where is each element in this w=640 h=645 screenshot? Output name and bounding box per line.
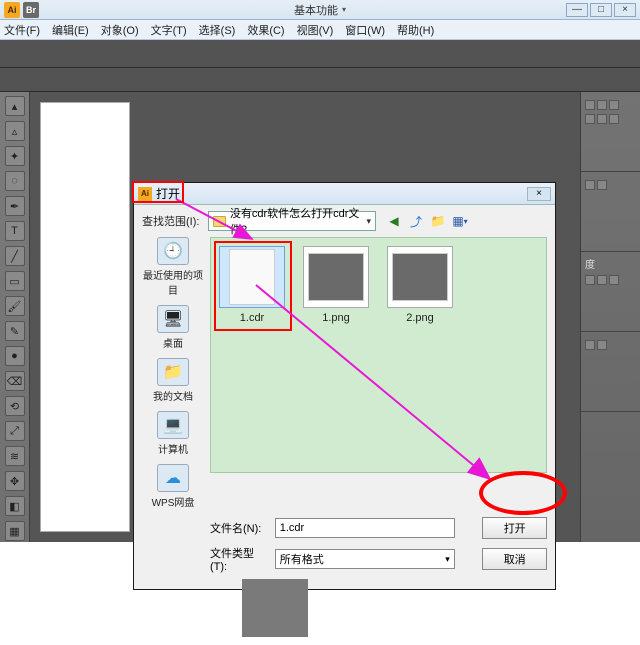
- place-computer[interactable]: 💻 计算机: [143, 411, 203, 456]
- cloud-icon: ☁: [157, 464, 189, 492]
- type-tool-icon[interactable]: T: [5, 221, 25, 241]
- file-name: 2.png: [406, 312, 434, 324]
- filetype-value: 所有格式: [280, 551, 324, 567]
- menu-view[interactable]: 视图(V): [297, 22, 334, 38]
- filetype-label: 文件类型(T):: [210, 545, 269, 573]
- place-recent[interactable]: 🕘最近使用的项目: [143, 237, 203, 297]
- dialog-ai-icon: Ai: [138, 187, 152, 201]
- file-item-2png[interactable]: 2.png: [387, 246, 453, 324]
- look-in-value: 没有cdr软件怎么打开cdr文件?: [230, 205, 363, 237]
- place-computer-label: 计算机: [158, 441, 188, 456]
- views-icon[interactable]: ▦▾: [452, 213, 468, 229]
- brush-tool-icon[interactable]: 🖌: [5, 296, 25, 316]
- menu-type[interactable]: 文字(T): [151, 22, 187, 38]
- perspective-tool-icon[interactable]: ▦: [5, 521, 25, 541]
- computer-icon: 💻: [157, 411, 189, 439]
- chevron-down-icon: ▾: [366, 216, 371, 227]
- place-recent-label: 最近使用的项目: [143, 267, 203, 297]
- scale-tool-icon[interactable]: ⤢: [5, 421, 25, 441]
- up-icon[interactable]: ⤴: [408, 213, 424, 229]
- menu-window[interactable]: 窗口(W): [345, 22, 385, 38]
- place-wps-label: WPS网盘: [152, 494, 195, 509]
- color-panel[interactable]: [581, 92, 640, 172]
- eraser-tool-icon[interactable]: ⌫: [5, 371, 25, 391]
- maximize-button[interactable]: □: [590, 3, 612, 17]
- dialog-title: 打开: [156, 185, 180, 202]
- place-mydocs[interactable]: 📁 我的文档: [143, 358, 203, 403]
- desktop-icon: 🖥: [157, 305, 189, 333]
- direct-select-tool-icon[interactable]: ▵: [5, 121, 25, 141]
- br-logo-icon: Br: [23, 2, 39, 18]
- open-dialog: Ai 打开 × 查找范围(I): 没有cdr软件怎么打开cdr文件? ▾ ◀ ⤴…: [133, 182, 556, 590]
- shape-builder-tool-icon[interactable]: ◧: [5, 496, 25, 516]
- close-button[interactable]: ×: [614, 3, 636, 17]
- file-name: 1.png: [322, 312, 350, 324]
- place-mydocs-label: 我的文档: [153, 388, 193, 403]
- blob-tool-icon[interactable]: ●: [5, 346, 25, 366]
- chevron-down-icon: ▾: [445, 554, 450, 565]
- options-bar: [0, 68, 640, 92]
- workspace-label: 基本功能: [294, 2, 338, 18]
- menu-help[interactable]: 帮助(H): [397, 22, 434, 38]
- file-thumb-icon: [303, 246, 369, 308]
- new-folder-icon[interactable]: 📁: [430, 213, 446, 229]
- place-desktop[interactable]: 🖥 桌面: [143, 305, 203, 350]
- file-list[interactable]: 1.cdr 1.png 2.png: [210, 237, 547, 473]
- artboard: [40, 102, 130, 532]
- preview-box: [242, 579, 308, 637]
- magic-wand-tool-icon[interactable]: ✦: [5, 146, 25, 166]
- cancel-button[interactable]: 取消: [482, 548, 547, 570]
- chevron-down-icon: ▾: [342, 5, 346, 14]
- open-button[interactable]: 打开: [482, 517, 547, 539]
- app-titlebar: Ai Br 基本功能 ▾ — □ ×: [0, 0, 640, 20]
- menu-edit[interactable]: 编辑(E): [52, 22, 89, 38]
- ai-logo-icon: Ai: [4, 2, 20, 18]
- layers-panel[interactable]: [581, 332, 640, 412]
- place-desktop-label: 桌面: [163, 335, 183, 350]
- documents-icon: 📁: [157, 358, 189, 386]
- menu-select[interactable]: 选择(S): [199, 22, 236, 38]
- menu-effect[interactable]: 效果(C): [247, 22, 284, 38]
- opacity-label: 度: [585, 260, 595, 271]
- menu-file[interactable]: 文件(F): [4, 22, 40, 38]
- rotate-tool-icon[interactable]: ⟲: [5, 396, 25, 416]
- file-item-1png[interactable]: 1.png: [303, 246, 369, 324]
- rectangle-tool-icon[interactable]: ▭: [5, 271, 25, 291]
- filetype-combo[interactable]: 所有格式 ▾: [275, 549, 455, 569]
- width-tool-icon[interactable]: ≋: [5, 446, 25, 466]
- pen-tool-icon[interactable]: ✒: [5, 196, 25, 216]
- minimize-button[interactable]: —: [566, 3, 588, 17]
- folder-icon: [213, 216, 226, 227]
- file-item-1cdr[interactable]: 1.cdr: [219, 246, 285, 324]
- transparency-panel[interactable]: 度: [581, 252, 640, 332]
- look-in-combo[interactable]: 没有cdr软件怎么打开cdr文件? ▾: [208, 211, 376, 231]
- dialog-close-button[interactable]: ×: [527, 187, 551, 201]
- file-name: 1.cdr: [240, 312, 264, 324]
- selection-tool-icon[interactable]: ▴: [5, 96, 25, 116]
- lasso-tool-icon[interactable]: ◌: [5, 171, 25, 191]
- back-icon[interactable]: ◀: [386, 213, 402, 229]
- filename-label: 文件名(N):: [210, 520, 269, 536]
- file-thumb-icon: [219, 246, 285, 308]
- look-in-label: 查找范围(I):: [142, 213, 204, 229]
- menu-bar: 文件(F) 编辑(E) 对象(O) 文字(T) 选择(S) 效果(C) 视图(V…: [0, 20, 640, 40]
- workspace-switcher[interactable]: 基本功能 ▾: [294, 2, 346, 18]
- file-thumb-icon: [387, 246, 453, 308]
- filename-input[interactable]: [275, 518, 455, 538]
- places-bar: 🕘最近使用的项目 🖥 桌面 📁 我的文档 💻 计算机 ☁ WPS网盘: [142, 237, 204, 509]
- right-panels: 度: [580, 92, 640, 542]
- pencil-tool-icon[interactable]: ✎: [5, 321, 25, 341]
- place-wps[interactable]: ☁ WPS网盘: [143, 464, 203, 509]
- free-transform-tool-icon[interactable]: ✥: [5, 471, 25, 491]
- line-tool-icon[interactable]: ╱: [5, 246, 25, 266]
- control-bar: [0, 40, 640, 68]
- menu-object[interactable]: 对象(O): [101, 22, 139, 38]
- tools-panel: ▴ ▵ ✦ ◌ ✒ T ╱ ▭ 🖌 ✎ ● ⌫ ⟲ ⤢ ≋ ✥ ◧ ▦: [0, 92, 30, 542]
- stroke-panel[interactable]: [581, 172, 640, 252]
- dialog-titlebar: Ai 打开 ×: [134, 183, 555, 205]
- recent-icon: 🕘: [157, 237, 189, 265]
- workspace: ▴ ▵ ✦ ◌ ✒ T ╱ ▭ 🖌 ✎ ● ⌫ ⟲ ⤢ ≋ ✥ ◧ ▦ 度: [0, 92, 640, 542]
